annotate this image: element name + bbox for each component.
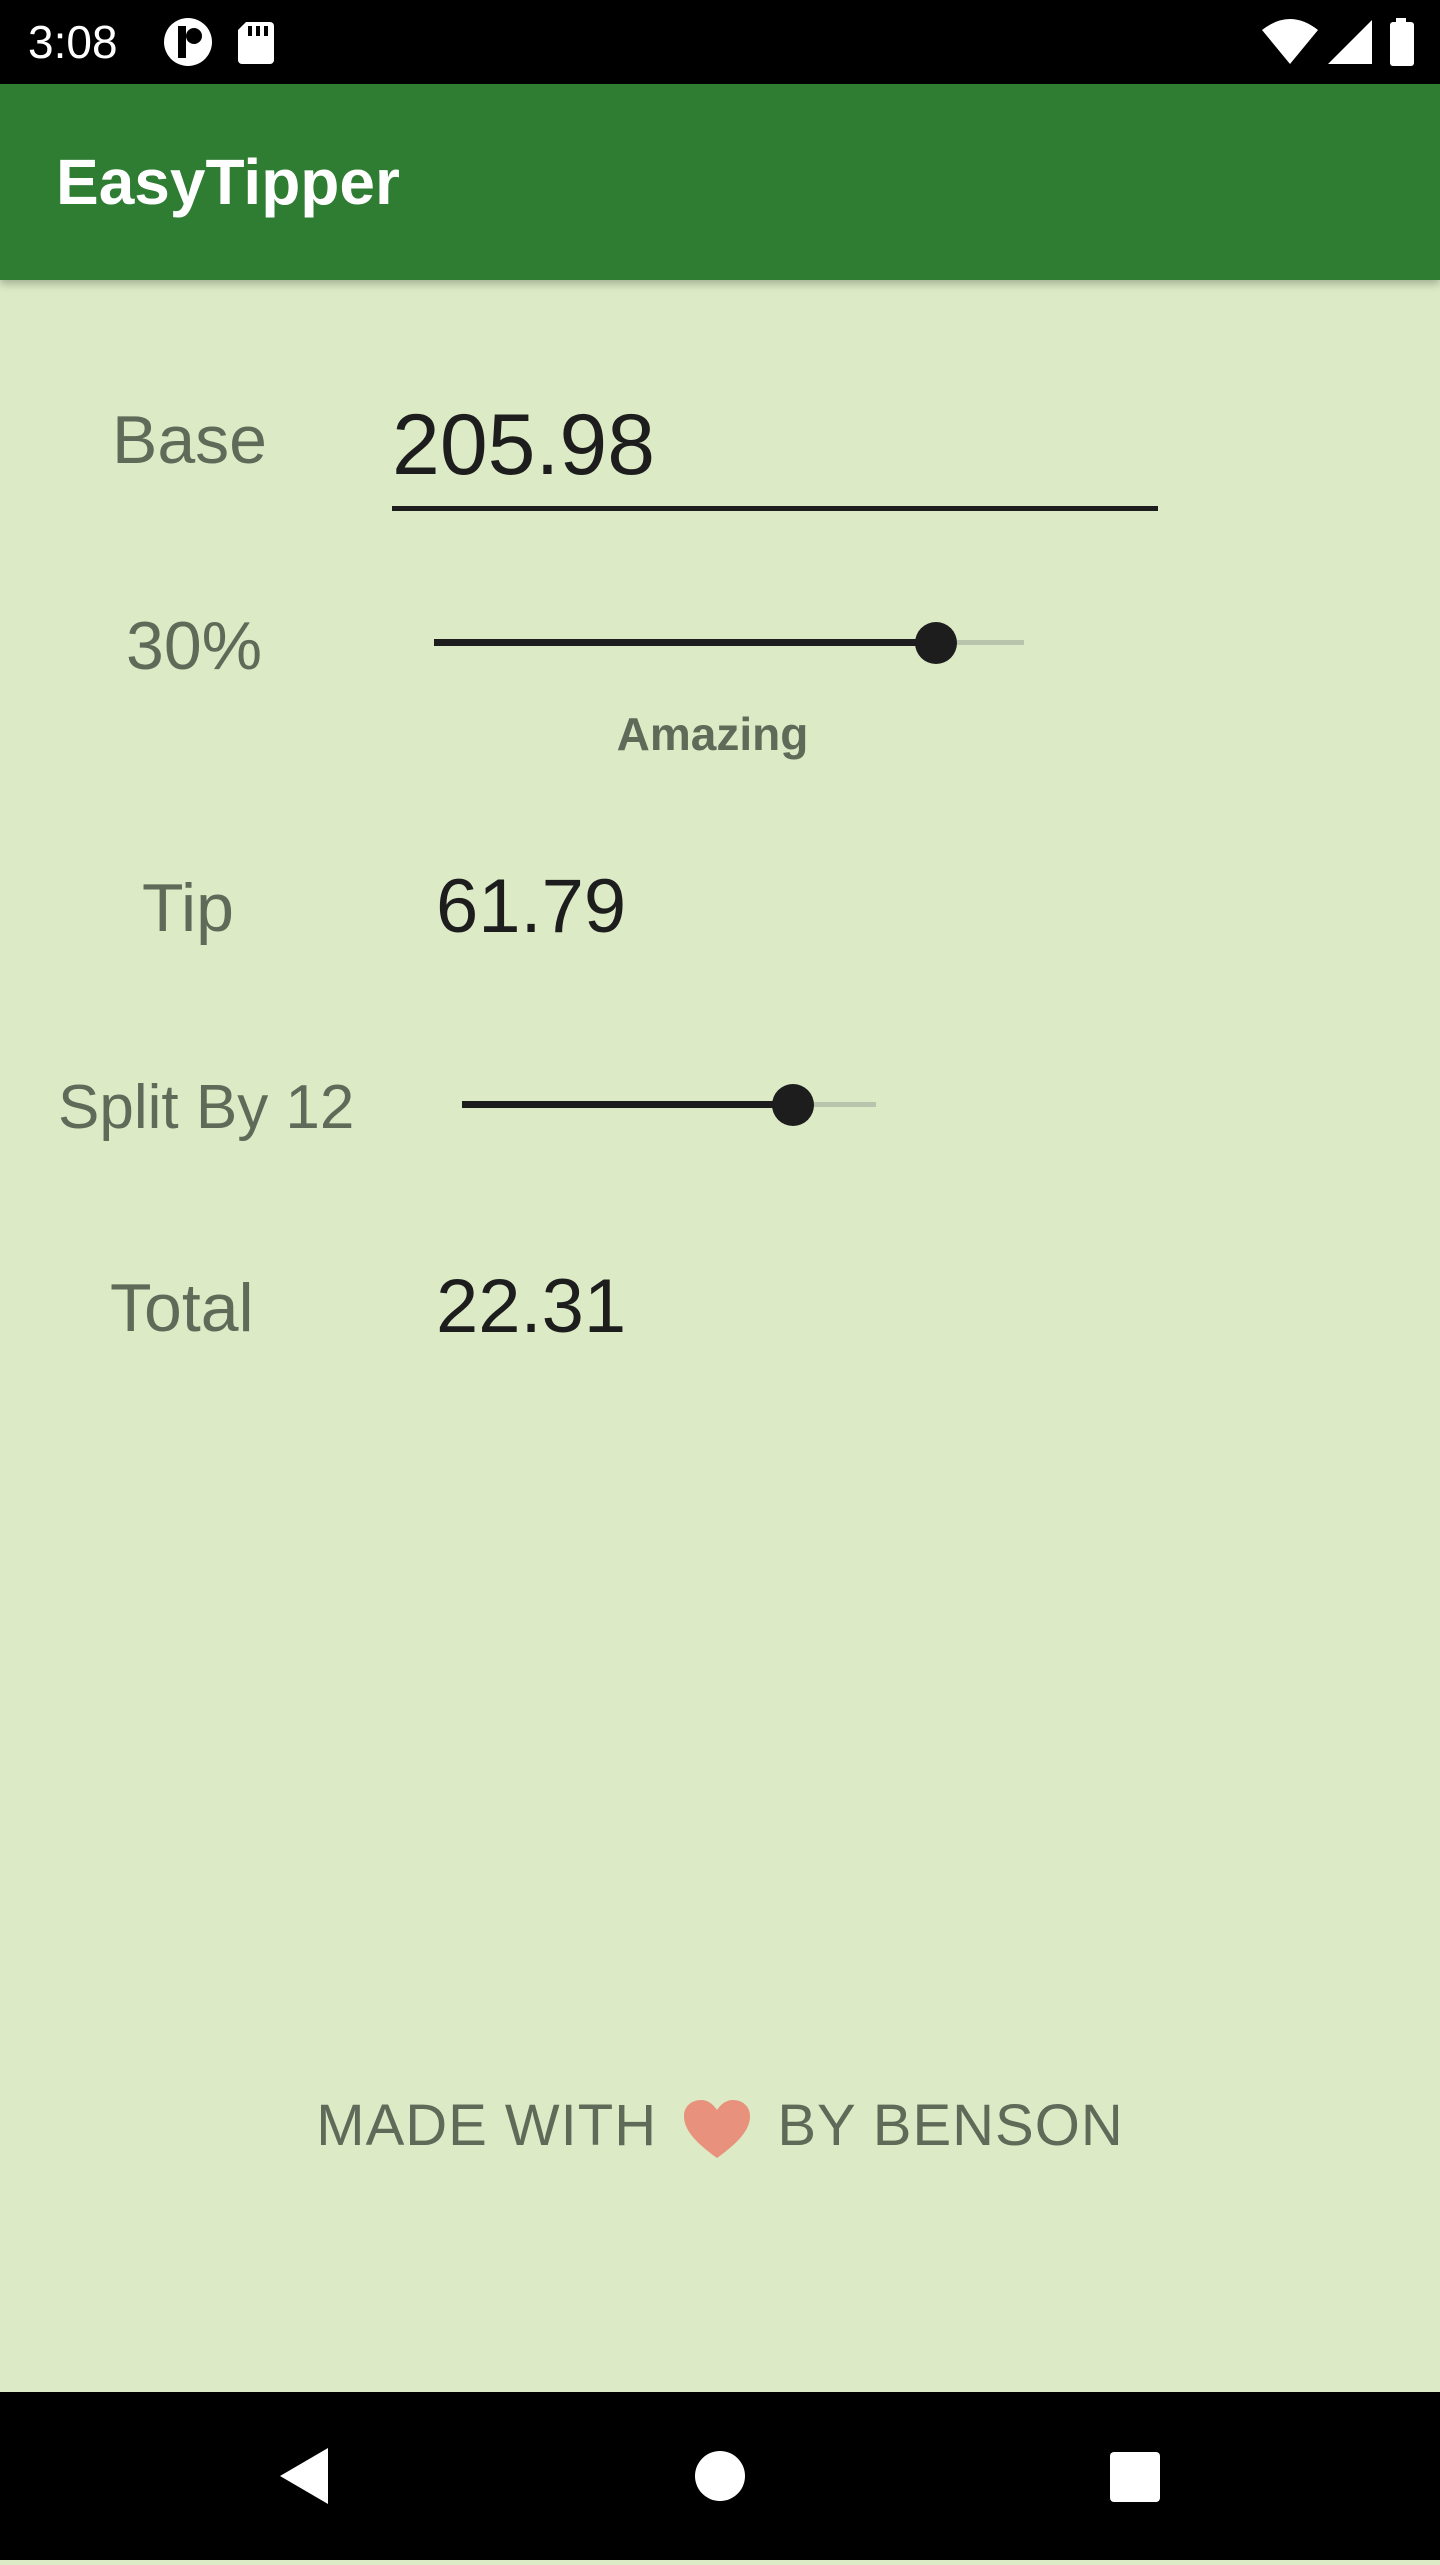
notification-icon xyxy=(164,18,274,66)
tip-percent-slider[interactable] xyxy=(434,622,1024,664)
status-icons-left xyxy=(162,16,282,68)
back-button[interactable] xyxy=(200,2392,400,2560)
status-time: 3:08 xyxy=(28,16,118,68)
back-icon xyxy=(280,2448,328,2504)
app-bar: EasyTipper xyxy=(0,84,1440,280)
footer-text-before: MADE WITH xyxy=(316,2093,658,2158)
sd-card-icon xyxy=(238,22,274,64)
status-icons-right xyxy=(1260,14,1420,70)
total-label: Total xyxy=(110,1270,254,1346)
tip-amount-value: 61.79 xyxy=(436,864,627,949)
home-button[interactable] xyxy=(620,2392,820,2560)
base-input-field[interactable] xyxy=(392,390,1158,511)
total-per-person-value: 22.31 xyxy=(436,1264,627,1349)
recents-icon xyxy=(1110,2452,1160,2502)
base-label: Base xyxy=(112,402,267,478)
footer-credit: MADE WITH BY BENSON xyxy=(0,2090,1440,2162)
signal-icon xyxy=(1328,20,1372,64)
split-slider-thumb[interactable] xyxy=(772,1084,814,1126)
battery-icon xyxy=(1390,18,1414,66)
navigation-bar xyxy=(0,2392,1440,2560)
split-label: Split By 12 xyxy=(58,1073,355,1142)
wifi-icon xyxy=(1262,19,1318,64)
tip-percent-label: 30% xyxy=(126,608,263,684)
tip-rating-label: Amazing xyxy=(616,708,809,760)
app-title: EasyTipper xyxy=(56,146,400,218)
recents-button[interactable] xyxy=(1034,2392,1234,2560)
tip-slider-thumb[interactable] xyxy=(915,622,957,664)
tip-slider-active-track xyxy=(434,639,936,646)
home-icon xyxy=(695,2451,745,2501)
base-amount-input[interactable] xyxy=(392,390,1158,500)
footer-text-after: BY BENSON xyxy=(777,2093,1124,2158)
heart-icon xyxy=(684,2099,751,2158)
tip-label: Tip xyxy=(142,870,234,946)
split-slider[interactable] xyxy=(462,1084,876,1126)
status-bar: 3:08 xyxy=(0,0,1440,84)
split-slider-active-track xyxy=(462,1101,793,1108)
